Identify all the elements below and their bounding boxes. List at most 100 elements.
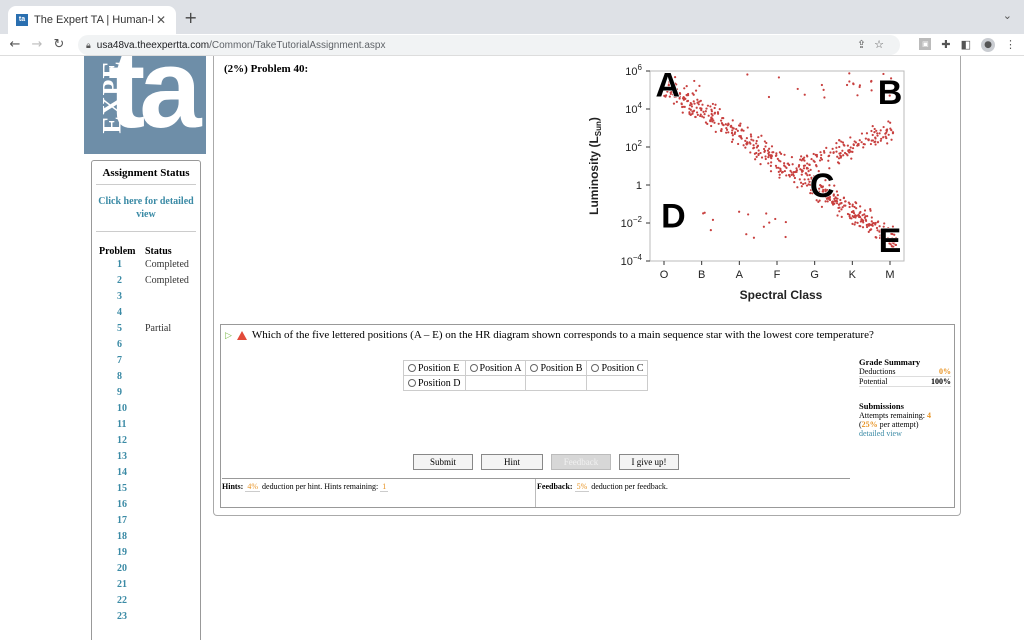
- region-label-d: D: [661, 197, 686, 235]
- region-label-c: C: [810, 167, 835, 205]
- puzzle-icon[interactable]: ✚: [941, 38, 950, 52]
- problem-number[interactable]: 11: [99, 417, 145, 433]
- problem-row[interactable]: 10: [92, 401, 200, 417]
- detailed-view-link[interactable]: detailed view: [859, 429, 951, 438]
- data-point: [878, 132, 881, 135]
- problem-row[interactable]: 19: [92, 545, 200, 561]
- problem-number[interactable]: 22: [99, 593, 145, 609]
- problem-row[interactable]: 20: [92, 561, 200, 577]
- side-panel-icon[interactable]: ◧: [961, 38, 971, 52]
- data-point: [860, 132, 864, 135]
- problem-number[interactable]: 15: [99, 481, 145, 497]
- problem-number[interactable]: 2: [99, 273, 145, 289]
- problem-row[interactable]: 18: [92, 529, 200, 545]
- problem-number[interactable]: 18: [99, 529, 145, 545]
- data-point: [768, 221, 771, 224]
- radio-icon[interactable]: [408, 378, 416, 387]
- problem-number[interactable]: 6: [99, 337, 145, 353]
- problem-row[interactable]: 13: [92, 449, 200, 465]
- problem-row[interactable]: 23: [92, 609, 200, 625]
- option-position-c[interactable]: Position C: [586, 360, 649, 376]
- option-position-a[interactable]: Position A: [464, 360, 527, 376]
- problem-row[interactable]: 4: [92, 305, 200, 321]
- submit-button[interactable]: Submit: [413, 454, 473, 470]
- problem-row[interactable]: 11: [92, 417, 200, 433]
- new-tab-icon[interactable]: +: [184, 8, 197, 27]
- problem-row[interactable]: 22: [92, 593, 200, 609]
- problem-number[interactable]: 5: [99, 321, 145, 337]
- data-point: [699, 107, 702, 110]
- problem-number[interactable]: 19: [99, 545, 145, 561]
- data-point: [785, 174, 788, 177]
- problem-number[interactable]: 3: [99, 289, 145, 305]
- problem-row[interactable]: 17: [92, 513, 200, 529]
- problem-row[interactable]: 8: [92, 369, 200, 385]
- problem-number[interactable]: 12: [99, 433, 145, 449]
- data-point: [876, 132, 879, 135]
- forward-icon[interactable]: →: [26, 37, 48, 52]
- problem-number[interactable]: 13: [99, 449, 145, 465]
- option-position-b[interactable]: Position B: [525, 360, 588, 376]
- problem-row[interactable]: 15: [92, 481, 200, 497]
- problem-row[interactable]: 16: [92, 497, 200, 513]
- data-point: [865, 225, 869, 229]
- share-icon[interactable]: ⇪: [857, 39, 874, 51]
- data-point: [722, 117, 725, 120]
- problem-row[interactable]: 6: [92, 337, 200, 353]
- profile-avatar-icon[interactable]: ●: [981, 38, 995, 52]
- problem-row[interactable]: 1 Completed: [92, 257, 200, 273]
- problem-number[interactable]: 1: [99, 257, 145, 273]
- hint-button[interactable]: Hint: [481, 454, 543, 470]
- problem-number[interactable]: 20: [99, 561, 145, 577]
- data-point: [842, 196, 845, 200]
- radio-icon[interactable]: [591, 363, 600, 372]
- attempts-remaining: Attempts remaining: 4: [859, 411, 931, 420]
- play-icon[interactable]: ▷: [225, 330, 232, 341]
- data-point: [856, 221, 859, 224]
- data-point: [776, 157, 779, 160]
- detailed-view-link[interactable]: Click here for detailed view: [92, 195, 200, 221]
- radio-icon[interactable]: [408, 363, 416, 372]
- problem-number[interactable]: 9: [99, 385, 145, 401]
- problem-row[interactable]: 2 Completed: [92, 273, 200, 289]
- extension-icon[interactable]: ▣: [919, 38, 932, 50]
- data-point: [859, 210, 862, 214]
- problem-number[interactable]: 17: [99, 513, 145, 529]
- problem-number[interactable]: 23: [99, 609, 145, 625]
- close-tab-icon[interactable]: ✕: [154, 13, 168, 27]
- problem-number[interactable]: 10: [99, 401, 145, 417]
- data-point: [849, 146, 852, 149]
- back-icon[interactable]: ←: [4, 37, 26, 52]
- give-up-button[interactable]: I give up!: [619, 454, 679, 470]
- tab-search-icon[interactable]: ⌄: [1003, 9, 1012, 22]
- problem-number[interactable]: 4: [99, 305, 145, 321]
- data-point: [854, 221, 857, 224]
- problem-number[interactable]: 14: [99, 465, 145, 481]
- data-point: [851, 215, 854, 218]
- expertta-logo: EXPE ta: [84, 56, 206, 154]
- problem-row[interactable]: 14: [92, 465, 200, 481]
- problem-row[interactable]: 5 Partial: [92, 321, 200, 337]
- reload-icon[interactable]: ↻: [48, 37, 70, 52]
- problem-row[interactable]: 7: [92, 353, 200, 369]
- problem-number[interactable]: 8: [99, 369, 145, 385]
- data-point: [798, 178, 801, 181]
- problem-row[interactable]: 3: [92, 289, 200, 305]
- menu-kebab-icon[interactable]: ⋮: [1005, 38, 1016, 52]
- browser-tab[interactable]: ta The Expert TA | Human-like Gr ✕: [8, 6, 176, 34]
- problem-number[interactable]: 21: [99, 577, 145, 593]
- problem-row[interactable]: 21: [92, 577, 200, 593]
- problem-row[interactable]: 12: [92, 433, 200, 449]
- tab-title: The Expert TA | Human-like Gr: [34, 14, 154, 26]
- problem-number[interactable]: 7: [99, 353, 145, 369]
- radio-icon[interactable]: [469, 363, 478, 372]
- address-bar[interactable]: 🔒︎ usa48va.theexpertta.com/Common/TakeTu…: [78, 35, 900, 55]
- data-point: [752, 144, 755, 147]
- problem-number[interactable]: 16: [99, 497, 145, 513]
- option-position-d[interactable]: Position D: [403, 375, 466, 391]
- radio-icon[interactable]: [530, 363, 539, 372]
- bookmark-star-icon[interactable]: ☆: [874, 39, 892, 51]
- option-position-e[interactable]: Position E: [403, 360, 466, 376]
- problem-row[interactable]: 9: [92, 385, 200, 401]
- data-point: [719, 119, 723, 122]
